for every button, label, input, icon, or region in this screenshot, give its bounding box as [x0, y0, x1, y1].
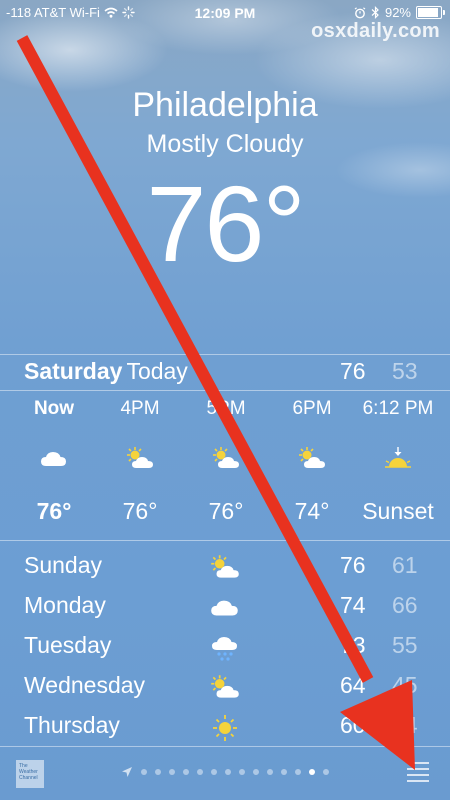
sunset-icon [382, 446, 414, 472]
sun-icon [208, 714, 242, 742]
today-label: Today [126, 358, 188, 384]
day-name: Tuesday [24, 632, 112, 658]
status-right: 92% [354, 5, 445, 20]
partly-sunny-icon [210, 446, 242, 472]
day-name: Sunday [24, 552, 103, 578]
hour-temp: Sunset [362, 498, 434, 524]
hour-temp: 74° [294, 498, 330, 524]
cloud-icon [38, 446, 70, 472]
day-name: Monday [24, 592, 106, 618]
partly-sunny-icon [124, 446, 156, 472]
daily-row: Sunday 76 61 [0, 548, 450, 588]
alarm-icon [354, 6, 366, 18]
hour-time: Now [33, 398, 75, 419]
city-name: Philadelphia [132, 86, 318, 124]
page-dot[interactable] [169, 769, 175, 775]
hour-temp: 76° [208, 498, 244, 524]
location-arrow-icon [122, 767, 132, 777]
day-low: 55 [392, 632, 418, 658]
battery-icon [416, 6, 445, 19]
battery-percent: 92% [384, 5, 411, 20]
page-dot[interactable] [309, 769, 315, 775]
day-name: Wednesday [24, 672, 146, 698]
daily-row: Monday 74 66 [0, 588, 450, 628]
partly-sunny-icon [296, 446, 328, 472]
divider [0, 540, 450, 541]
battery-level [418, 8, 439, 17]
day-low: 44 [392, 712, 418, 738]
hour-time: 6:12 PM [362, 398, 434, 419]
day-high: 64 [340, 672, 366, 698]
day-name: Thursday [24, 712, 120, 738]
hour-temp: 76° [36, 498, 72, 524]
day-low: 61 [392, 552, 418, 578]
today-summary: Saturday Today 76 53 [24, 358, 430, 388]
daily-row: Wednesday 64 45 [0, 668, 450, 708]
rain-icon [208, 634, 242, 662]
day-high: 76 [340, 552, 366, 578]
divider [0, 390, 450, 391]
partly-sunny-icon [208, 674, 242, 702]
page-dot[interactable] [253, 769, 259, 775]
day-high: 74 [340, 592, 366, 618]
page-dot[interactable] [183, 769, 189, 775]
today-high: 76 [340, 358, 366, 384]
page-dot[interactable] [281, 769, 287, 775]
today-low: 53 [392, 358, 418, 384]
day-low: 45 [392, 672, 418, 698]
page-dot[interactable] [295, 769, 301, 775]
day-high: 73 [340, 632, 366, 658]
page-dot[interactable] [211, 769, 217, 775]
page-dot[interactable] [323, 769, 329, 775]
page-dot[interactable] [239, 769, 245, 775]
partly-sunny-icon [208, 554, 242, 582]
list-icon[interactable] [406, 760, 430, 782]
divider [0, 746, 450, 747]
page-dot[interactable] [225, 769, 231, 775]
today-day-name: Saturday [24, 358, 123, 384]
hour-time: 6PM [292, 398, 332, 419]
hour-temp: 76° [122, 498, 158, 524]
page-dot[interactable] [267, 769, 273, 775]
page-indicator[interactable] [0, 766, 450, 778]
page-dot[interactable] [141, 769, 147, 775]
weather-condition: Mostly Cloudy [146, 130, 304, 158]
daily-row: Tuesday 73 55 [0, 628, 450, 668]
day-low: 66 [392, 592, 418, 618]
hour-time: 5PM [206, 398, 246, 419]
day-high: 60 [340, 712, 366, 738]
page-dot[interactable] [197, 769, 203, 775]
page-dot[interactable] [155, 769, 161, 775]
cloud-icon [208, 594, 242, 622]
bottom-bar: The Weather Channel [0, 748, 450, 800]
daily-row: Thursday 60 44 [0, 708, 450, 748]
bluetooth-icon [371, 6, 379, 19]
watermark: osxdaily.com [311, 20, 440, 42]
divider [0, 354, 450, 355]
current-temperature: 76° [146, 163, 305, 284]
hour-time: 4PM [120, 398, 160, 419]
hourly-forecast[interactable]: Now 76° 4PM 76° 5PM 76° 6PM 74° 6:12 PM … [0, 394, 450, 534]
